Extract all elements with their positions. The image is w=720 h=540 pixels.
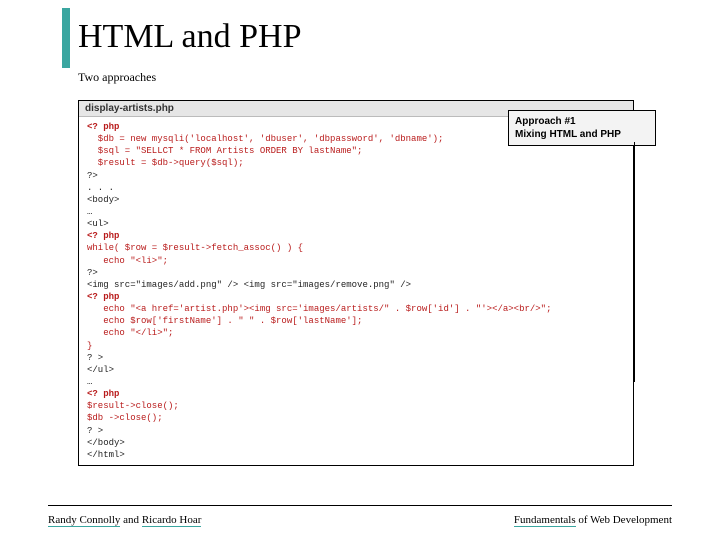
author-name: Randy Connolly: [48, 514, 120, 527]
code-line: </body>: [87, 438, 125, 448]
accent-bar: [62, 8, 70, 68]
code-line: </ul>: [87, 365, 114, 375]
code-line: <ul>: [87, 219, 109, 229]
code-line: ? >: [87, 353, 103, 363]
code-line: ? >: [87, 426, 103, 436]
code-area: <? php $db = new mysqli('localhost', 'db…: [79, 117, 633, 465]
code-line: </html>: [87, 450, 125, 460]
slide-subtitle: Two approaches: [78, 70, 156, 85]
callout-box: Approach #1 Mixing HTML and PHP: [508, 110, 656, 146]
code-line: $db = new mysqli('localhost', 'dbuser', …: [87, 134, 443, 144]
code-line: }: [87, 341, 92, 351]
code-line: $result = $db->query($sql);: [87, 158, 244, 168]
code-line: ?>: [87, 268, 98, 278]
code-line: while( $row = $result->fetch_assoc() ) {: [87, 243, 303, 253]
footer-divider: [48, 505, 672, 506]
book-rest: of Web Development: [576, 514, 672, 526]
callout-connector: [634, 142, 635, 382]
footer-book-title: Fundamentals of Web Development: [514, 514, 672, 526]
slide-title: HTML and PHP: [78, 18, 302, 56]
code-line: $sql = "SELLCT * FROM Artists ORDER BY l…: [87, 146, 362, 156]
code-line: $result->close();: [87, 401, 179, 411]
code-line: <? php: [87, 292, 119, 302]
callout-line1: Approach #1: [515, 115, 649, 128]
code-line: . . .: [87, 183, 114, 193]
code-line: <body>: [87, 195, 119, 205]
code-line: <? php: [87, 122, 119, 132]
code-line: $db ->close();: [87, 413, 163, 423]
code-line: <? php: [87, 389, 119, 399]
code-line: <img src="images/add.png" /> <img src="i…: [87, 280, 411, 290]
code-box: display-artists.php <? php $db = new mys…: [78, 100, 634, 466]
callout-line2: Mixing HTML and PHP: [515, 128, 649, 141]
footer-and: and: [120, 514, 141, 526]
footer-authors: Randy Connolly and Ricardo Hoar: [48, 514, 201, 526]
code-line: …: [87, 377, 92, 387]
code-line: echo "<a href='artist.php'><img src='ima…: [87, 304, 551, 314]
code-line: …: [87, 207, 92, 217]
code-line: echo "<li>";: [87, 256, 168, 266]
book-word: Fundamentals: [514, 514, 576, 527]
code-line: ?>: [87, 171, 98, 181]
code-line: <? php: [87, 231, 119, 241]
code-line: echo "</li>";: [87, 328, 173, 338]
author-name: Ricardo Hoar: [142, 514, 202, 527]
code-line: echo $row['firstName'] . " " . $row['las…: [87, 316, 362, 326]
